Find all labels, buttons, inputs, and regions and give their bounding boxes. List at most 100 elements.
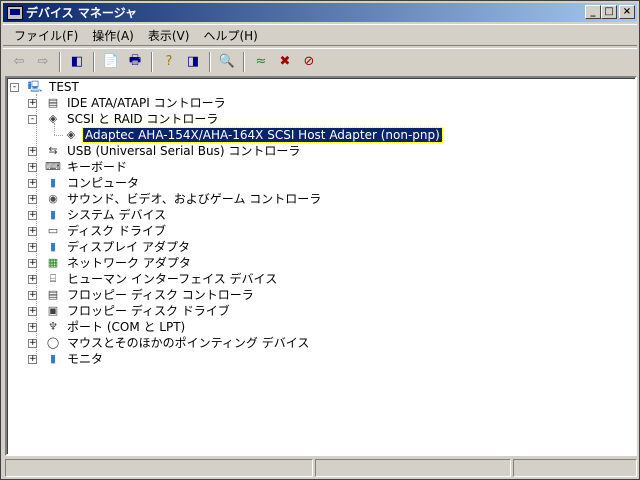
tree-item-label: コンピュータ [67,176,140,190]
update-driver-button[interactable]: ≈ [251,52,271,72]
expand-button[interactable]: + [28,195,37,204]
show-hide-console-tree-icon: ◧ [70,54,84,69]
expand-button[interactable]: + [28,147,37,156]
device-tree[interactable]: - 🖳 TEST + ▤ IDE ATA/ATAPI コントローラ - ◈ SCSI と RAI… [5,76,637,456]
tree-item-label: ヒューマン インターフェイス デバイス [67,272,278,286]
expand-button[interactable]: + [28,307,37,316]
expand-button[interactable]: + [28,99,37,108]
expand-button[interactable]: + [28,243,37,252]
floppy-controller-icon: ▤ [47,288,59,301]
expand-button[interactable]: + [28,323,37,332]
uninstall-icon: ✖ [279,54,291,69]
forward-button[interactable]: ⇨ [33,52,53,72]
maximize-button[interactable]: □ [601,5,617,19]
tree-item-label: フロッピー ディスク コントローラ [67,288,254,302]
tree-item-label: USB (Universal Serial Bus) コントローラ [67,144,301,158]
tree-item[interactable]: ⇆ USB (Universal Serial Bus) コントローラ [45,143,302,159]
toolbar-separator [243,51,245,72]
tree-item[interactable]: ⌨ キーボード [45,159,129,175]
expand-button[interactable]: + [28,339,37,348]
disable-icon: ⊘ [303,54,315,69]
mouse-icon: ◯ [46,336,60,349]
minimize-button[interactable]: _ [585,5,601,19]
tree-item-label: ディスク ドライブ [67,224,166,238]
expand-button[interactable]: + [28,179,37,188]
tree-item-label: システム デバイス [67,208,167,222]
floppy-drive-icon: ▣ [47,304,59,317]
tree-item[interactable]: ▦ ネットワーク アダプタ [45,255,193,271]
help-button[interactable]: ? [159,52,179,72]
show-hide-console-tree-button[interactable]: ◧ [67,52,87,72]
tree-item[interactable]: ▮ コンピュータ [45,175,141,191]
update-driver-icon: ≈ [255,54,267,69]
tree-item[interactable]: ◈ Adaptec AHA-154X/AHA-164X SCSI Host Ada… [63,127,443,143]
tree-item[interactable]: ▭ ディスク ドライブ [45,223,168,239]
tree-item[interactable]: ▤ フロッピー ディスク コントローラ [45,287,256,303]
tree-item[interactable]: ♆ ポート (COM と LPT) [45,319,187,335]
tree-item[interactable]: 🖳 TEST [27,79,81,95]
status-panel-3 [513,459,637,477]
expand-button[interactable]: + [28,259,37,268]
tree-item[interactable]: ⌸ ヒューマン インターフェイス デバイス [45,271,279,287]
device-manager-icon [7,5,23,20]
menu-view[interactable]: 表示(V) [141,27,197,44]
disk-drive-icon: ▭ [47,224,59,237]
print-button[interactable]: 🖶 [125,52,145,72]
sound-icon: ◉ [48,192,58,205]
title-bar: デバイス マネージャ _ □ × [3,3,637,22]
properties-icon: 📄 [102,54,120,69]
close-button[interactable]: × [619,5,635,19]
tree-item-label: SCSI と RAID コントローラ [67,112,219,126]
tree-item-label: TEST [49,80,79,94]
tree-item[interactable]: ◉ サウンド、ビデオ、およびゲーム コントローラ [45,191,323,207]
menu-help[interactable]: ヘルプ(H) [196,27,264,44]
back-button[interactable]: ⇦ [9,52,29,72]
tree-item-label: フロッピー ディスク ドライブ [67,304,230,318]
window-title: デバイス マネージャ [26,6,137,20]
system-device-icon: ▮ [49,208,57,221]
toolbar-separator [151,51,153,72]
usb-icon: ⇆ [48,144,58,157]
tree-item[interactable]: ◯ マウスとそのほかのポインティング デバイス [45,335,311,351]
properties-button[interactable]: 📄 [101,52,121,72]
tree-item-label: マウスとそのほかのポインティング デバイス [67,336,310,350]
disable-button[interactable]: ⊘ [299,52,319,72]
tree-item-label: IDE ATA/ATAPI コントローラ [67,96,226,110]
tree-item[interactable]: ▮ ディスプレイ アダプタ [45,239,192,255]
show-hide-action-pane-icon: ◨ [186,54,200,69]
tree-line [54,135,63,136]
tree-item-label: サウンド、ビデオ、およびゲーム コントローラ [67,192,322,206]
tree-item-label: モニタ [67,352,104,366]
collapse-button[interactable]: - [10,83,19,92]
expand-button[interactable]: + [28,291,37,300]
status-panel-1 [5,459,313,477]
toolbar-separator [93,51,95,72]
status-panel-2 [315,459,511,477]
toolbar-separator [209,51,211,72]
tree-item[interactable]: ▮ システム デバイス [45,207,168,223]
forward-icon: ⇨ [37,54,49,69]
show-hide-action-pane-button[interactable]: ◨ [183,52,203,72]
port-icon: ♆ [48,320,58,333]
tree-item[interactable]: ▤ IDE ATA/ATAPI コントローラ [45,95,228,111]
expand-button[interactable]: + [28,275,37,284]
uninstall-button[interactable]: ✖ [275,52,295,72]
tree-item[interactable]: ◈ SCSI と RAID コントローラ [45,111,220,127]
expand-button[interactable]: + [28,355,37,364]
collapse-button[interactable]: - [28,115,37,124]
scan-hardware-button[interactable]: 🔍 [217,52,237,72]
tree-item[interactable]: ▮ モニタ [45,351,105,367]
tree-item[interactable]: ▣ フロッピー ディスク ドライブ [45,303,232,319]
expand-button[interactable]: + [28,227,37,236]
ide-controller-icon: ▤ [47,96,59,109]
expand-button[interactable]: + [28,163,37,172]
menu-action[interactable]: 操作(A) [85,27,141,44]
tree-item-label: キーボード [67,160,128,174]
tree-line [54,123,55,135]
toolbar-separator [59,51,61,72]
menu-file[interactable]: ファイル(F) [7,27,85,44]
expand-button[interactable]: + [28,211,37,220]
tree-item-label: ディスプレイ アダプタ [67,240,190,254]
print-icon: 🖶 [128,52,142,68]
toolbar: ⇦ ⇨ ◧ 📄 🖶? ◨ 🔍 ≈ ✖ ⊘ [3,48,637,74]
